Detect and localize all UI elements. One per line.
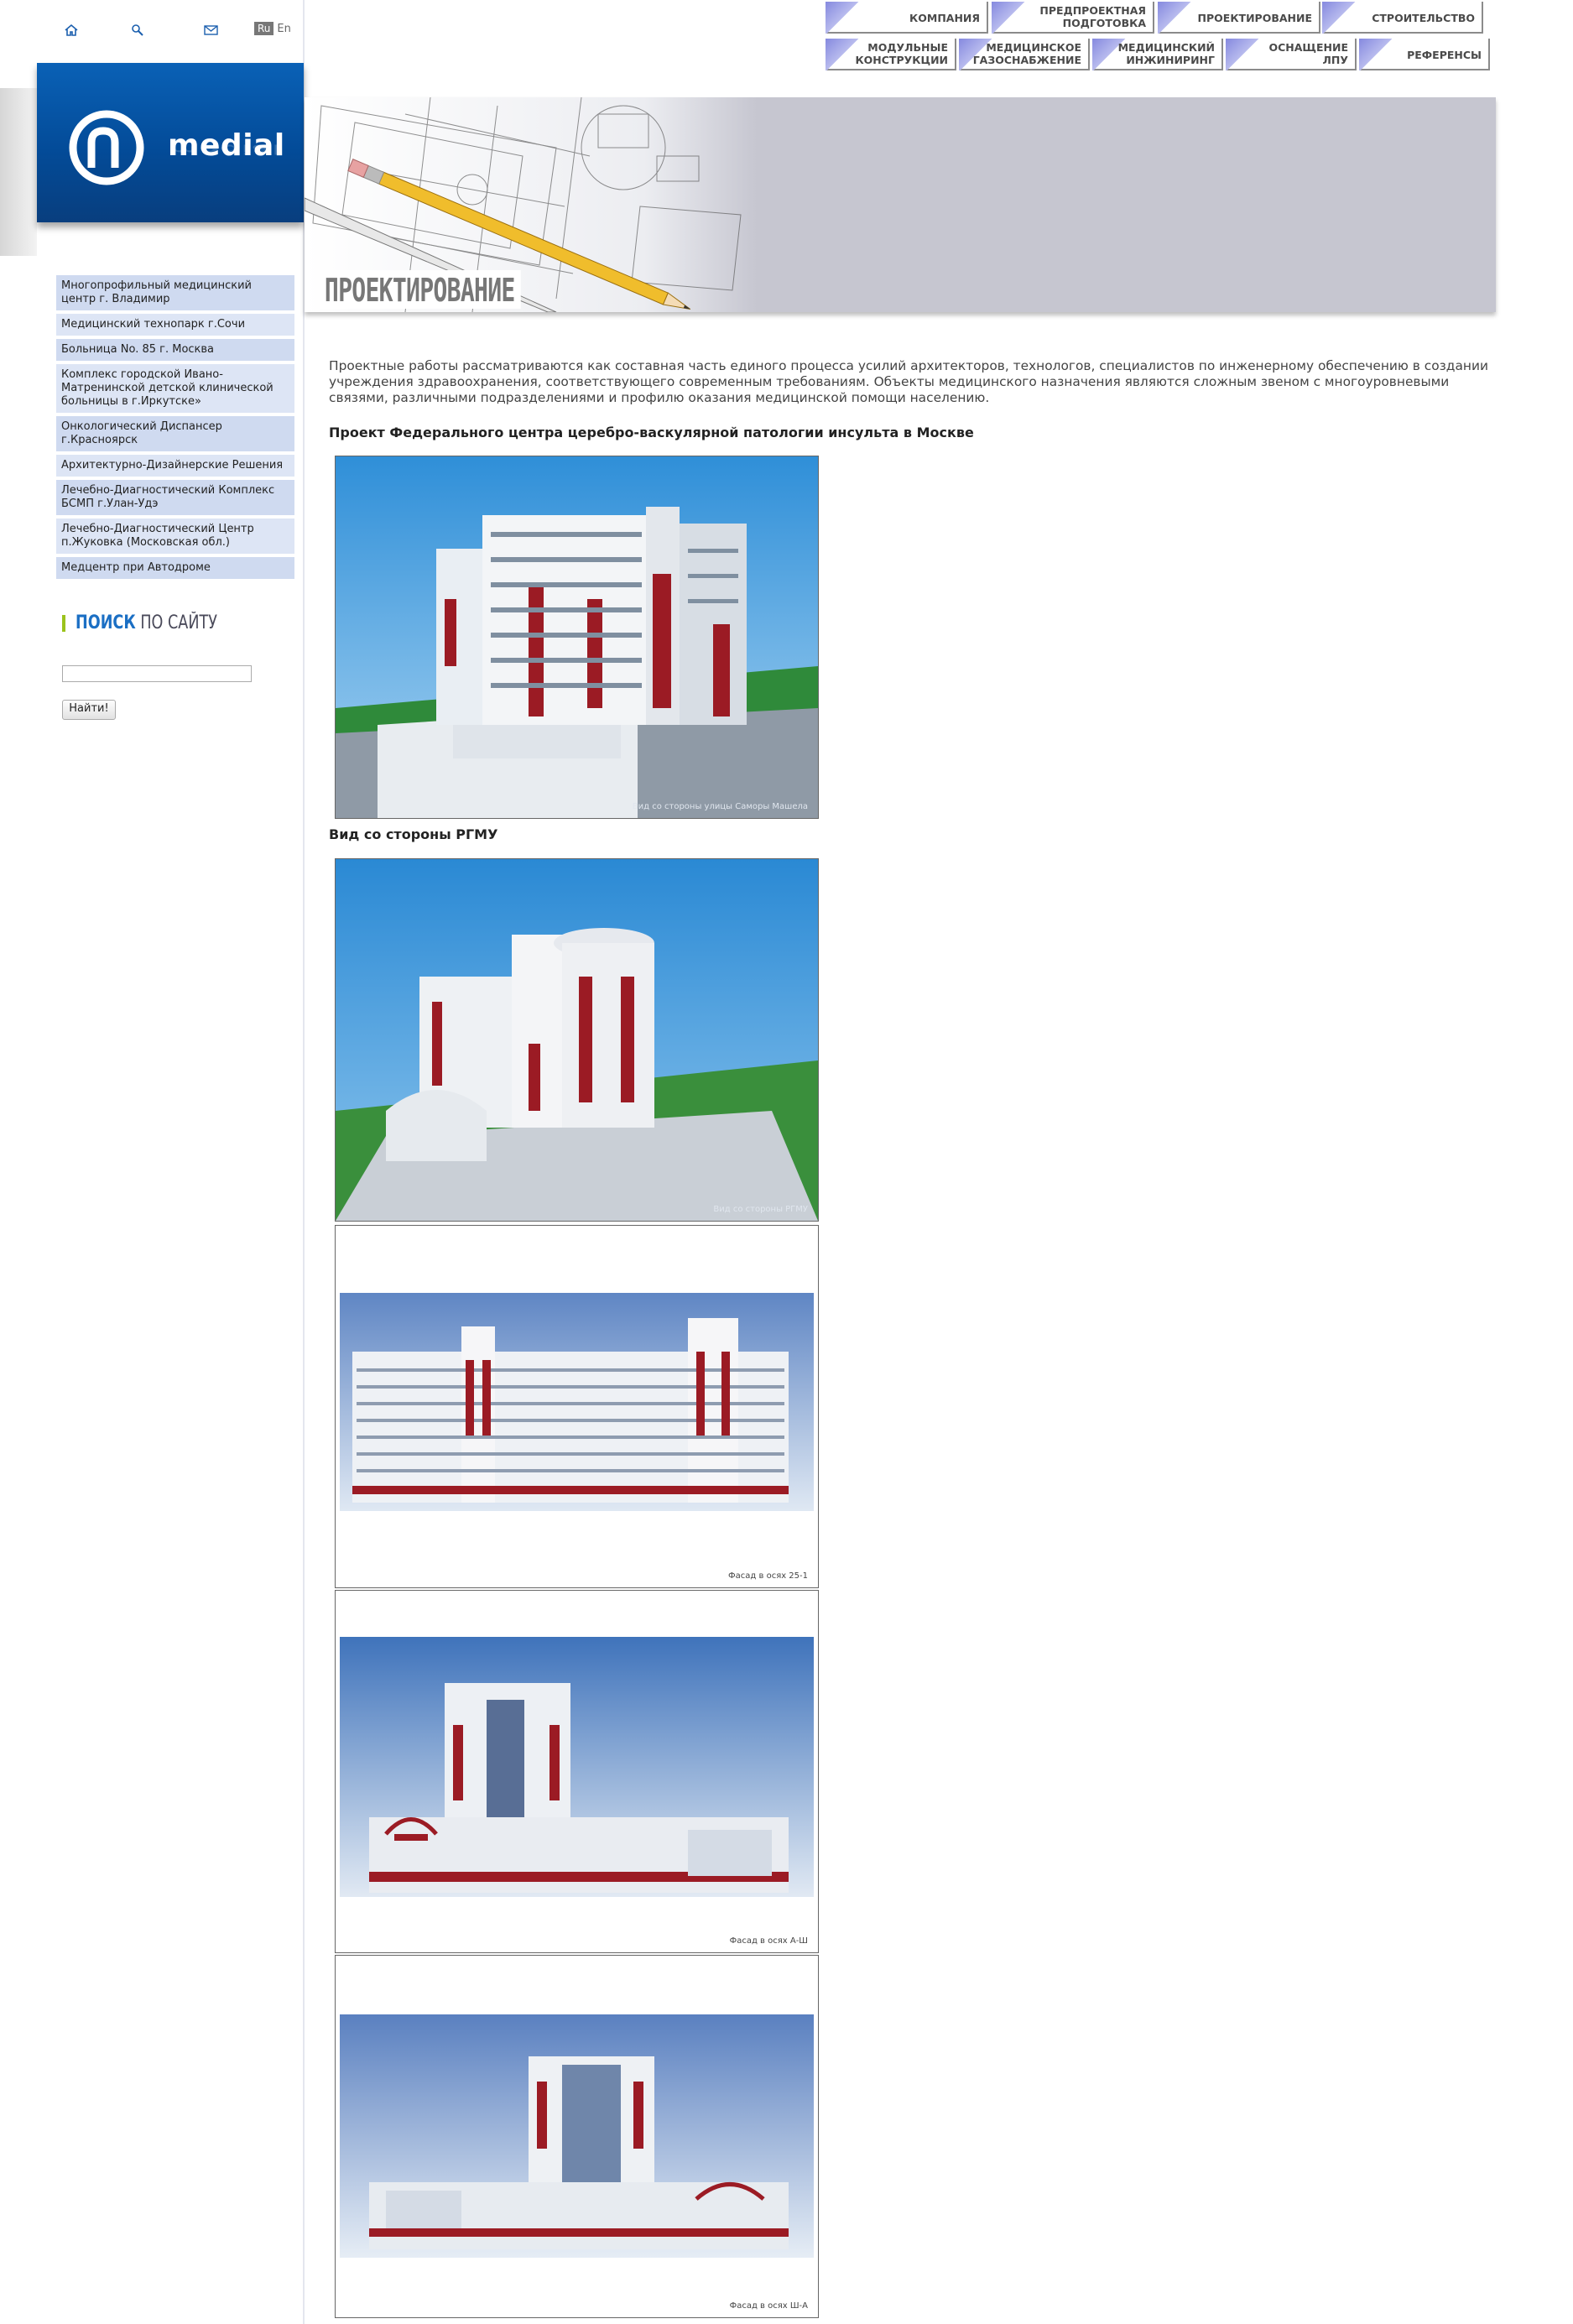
side-menu-item[interactable]: Многопрофильный медицинский центр г. Вла… [56,275,294,310]
nav-corner-icon [1158,2,1191,34]
nav-corner-icon [826,2,859,34]
language-switcher: Ru En [254,22,291,35]
nav-label: МЕДИЦИНСКОЕ ГАЗОСНАБЖЕНИЕ [972,41,1081,66]
side-menu-item[interactable]: Медицинский технопарк г.Сочи [56,314,294,336]
search-button[interactable]: Найти! [62,700,116,720]
search-icon[interactable] [131,20,144,40]
nav-label: МОДУЛЬНЫЕ КОНСТРУКЦИИ [855,41,948,66]
facade-drawing-sh-a[interactable]: Фасад в осях Ш-А [335,1955,819,2318]
side-menu-item[interactable]: Архитектурно-Дизайнерские Решения [56,455,294,477]
home-icon[interactable] [64,20,79,40]
search-heading-bar [62,614,65,632]
lang-en[interactable]: En [277,23,290,35]
side-menu-item[interactable]: Онкологический Диспансер г.Красноярск [56,416,294,451]
render-image-street-view[interactable]: Вид со стороны улицы Саморы Машела [335,456,819,819]
image-caption: Фасад в осях А-Ш [729,1936,808,1946]
nav-label: СТРОИТЕЛЬСТВО [1372,12,1475,24]
nav-corner-icon [1322,2,1356,34]
header-banner: ПРОЕКТИРОВАНИЕ [305,97,1496,312]
building-render-picture [336,859,818,1221]
facade-drawing-picture [336,1591,818,1952]
nav-pre-project[interactable]: ПРЕДПРОЕКТНАЯ ПОДГОТОВКА [992,2,1154,34]
facade-drawing-a-sh[interactable]: Фасад в осях А-Ш [335,1590,819,1953]
building-render-picture [336,456,818,818]
search-input[interactable] [62,665,252,682]
search-heading: ПОИСК ПО САЙТУ [62,612,253,633]
logo[interactable]: medial medial [37,63,304,222]
render-image-rgmu-view[interactable]: Вид со стороны РГМУ [335,858,819,1222]
nav-label: ПРЕДПРОЕКТНАЯ ПОДГОТОВКА [1039,4,1146,29]
lang-ru[interactable]: Ru [254,22,274,35]
facade-drawing-picture [336,1956,818,2317]
nav-gas[interactable]: МЕДИЦИНСКОЕ ГАЗОСНАБЖЕНИЕ [959,39,1090,70]
image-caption: Вид со стороны РГМУ [713,1205,808,1214]
nav-label: ОСНАЩЕНИЕ ЛПУ [1268,41,1348,66]
intro-text: Проектные работы рассматриваются как сос… [329,358,1488,405]
nav-label: КОМПАНИЯ [909,12,980,24]
nav-construction[interactable]: СТРОИТЕЛЬСТВО [1322,2,1483,34]
image-caption: Фасад в осях Ш-А [729,2301,808,2311]
nav-corner-icon [1359,39,1393,70]
facade-drawing-picture [336,1226,818,1587]
side-menu-item[interactable]: Медцентр при Автодроме [56,557,294,579]
logo-reflection: medial [168,141,283,157]
nav-label: ПРОЕКТИРОВАНИЕ [1197,12,1312,24]
nav-corner-icon [992,2,1025,34]
left-edge-shade [0,88,37,256]
nav-label: РЕФЕРЕНСЫ [1407,49,1482,61]
medial-logo-icon [69,110,144,185]
image-caption: Вид со стороны улицы Саморы Машела [632,802,808,811]
nav-modular[interactable]: МОДУЛЬНЫЕ КОНСТРУКЦИИ [826,39,956,70]
side-menu: Многопрофильный медицинский центр г. Вла… [56,275,294,582]
nav-corner-icon [1226,39,1259,70]
side-menu-item[interactable]: Комплекс городской Ивано-Матренинской де… [56,364,294,413]
search-heading-text: ПОИСК ПО САЙТУ [76,612,217,633]
mail-icon[interactable] [204,20,219,40]
side-menu-item[interactable]: Больница No. 85 г. Москва [56,339,294,361]
project-title: Проект Федерального центра церебро-васку… [329,425,974,440]
nav-engineering[interactable]: МЕДИЦИНСКИЙ ИНЖИНИРИНГ [1092,39,1223,70]
nav-label: МЕДИЦИНСКИЙ ИНЖИНИРИНГ [1117,41,1215,66]
nav-company[interactable]: КОМПАНИЯ [826,2,988,34]
image-caption: Фасад в осях 25-1 [728,1571,808,1581]
nav-references[interactable]: РЕФЕРЕНСЫ [1359,39,1490,70]
nav-corner-icon [826,39,859,70]
nav-design[interactable]: ПРОЕКТИРОВАНИЕ [1158,2,1320,34]
rgmu-caption: Вид со стороны РГМУ [329,826,498,842]
side-menu-item[interactable]: Лечебно-Диагностический Центр п.Жуковка … [56,518,294,554]
facade-drawing-25-1[interactable]: Фасад в осях 25-1 [335,1225,819,1588]
side-menu-item[interactable]: Лечебно-Диагностический Комплекс БСМП г.… [56,480,294,515]
nav-equipment[interactable]: ОСНАЩЕНИЕ ЛПУ [1226,39,1357,70]
page-title: ПРОЕКТИРОВАНИЕ [320,270,521,309]
